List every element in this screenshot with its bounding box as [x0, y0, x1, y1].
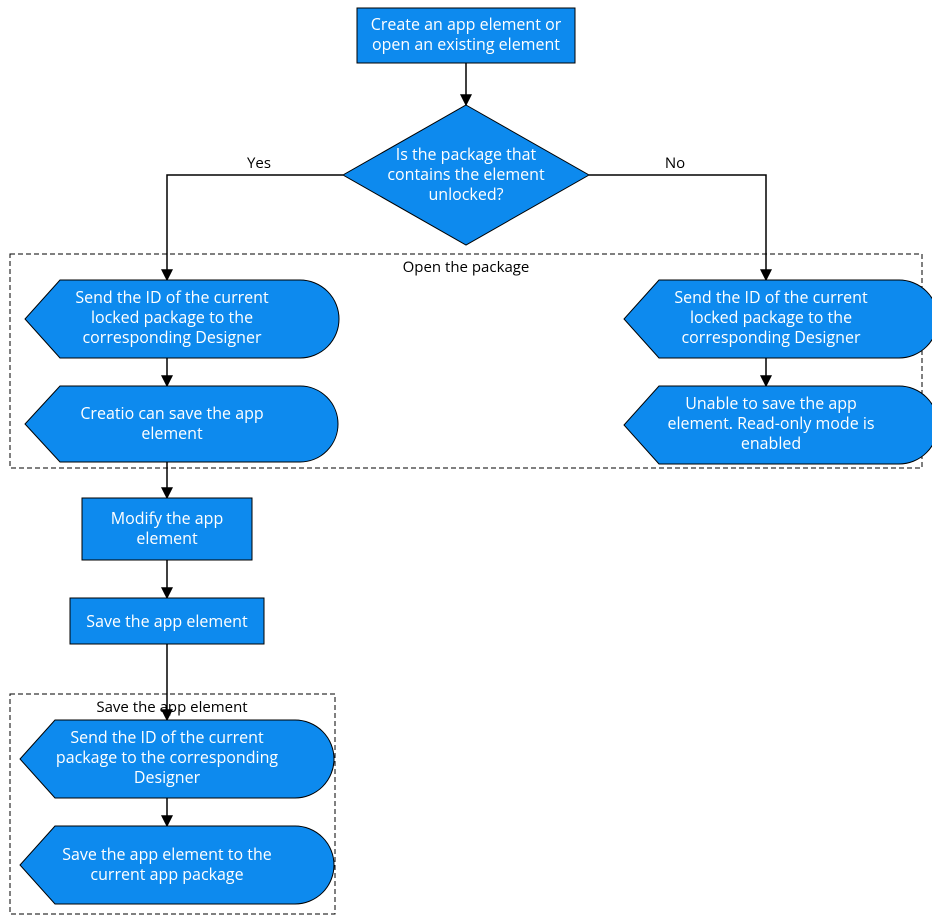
node-save-line1: Save the app element	[86, 610, 248, 632]
node-no-send: Send the ID of the current locked packag…	[624, 280, 932, 358]
node-modify-line1: Modify the app	[111, 507, 224, 529]
node-decision-line2: contains the element	[387, 163, 545, 185]
node-decision: Is the package that contains the element…	[343, 105, 589, 245]
node-yes-send: Send the ID of the current locked packag…	[25, 280, 339, 358]
node-can-save-line1: Creatio can save the app	[80, 402, 263, 424]
node-can-save: Creatio can save the app element	[25, 386, 338, 462]
node-save: Save the app element	[70, 598, 264, 644]
node-send-current: Send the ID of the current package to th…	[20, 720, 334, 798]
group-open-package-title: Open the package	[403, 257, 530, 277]
node-save-to-pkg: Save the app element to the current app …	[20, 826, 334, 904]
node-no-send-line3: corresponding Designer	[682, 326, 861, 348]
group-save-element-title: Save the app element	[96, 697, 247, 717]
node-modify-line2: element	[136, 527, 198, 549]
edge-decision-yes	[167, 175, 343, 280]
node-modify: Modify the app element	[82, 498, 252, 560]
node-yes-send-line3: corresponding Designer	[83, 326, 262, 348]
edge-decision-no	[589, 175, 766, 280]
node-decision-line1: Is the package that	[396, 143, 537, 165]
node-start-line2: open an existing element	[372, 33, 560, 55]
node-send-current-line1: Send the ID of the current	[70, 726, 264, 748]
node-read-only: Unable to save the app element. Read-onl…	[624, 386, 932, 464]
node-save-to-pkg-line1: Save the app element to the	[62, 843, 272, 865]
label-yes: Yes	[247, 153, 271, 173]
node-read-only-line1: Unable to save the app	[685, 392, 857, 414]
node-no-send-line1: Send the ID of the current	[674, 286, 868, 308]
node-no-send-line2: locked package to the	[690, 306, 852, 328]
node-yes-send-line1: Send the ID of the current	[75, 286, 269, 308]
flowchart-svg: Open the package Save the app element Ye…	[0, 0, 932, 921]
label-no: No	[665, 153, 685, 173]
node-send-current-line3: Designer	[134, 766, 201, 788]
node-can-save-line2: element	[141, 422, 203, 444]
node-read-only-line3: enabled	[741, 432, 801, 454]
flowchart-canvas: Open the package Save the app element Ye…	[0, 0, 932, 921]
node-start-line1: Create an app element or	[371, 13, 562, 35]
node-read-only-line2: element. Read-only mode is	[667, 412, 874, 434]
node-send-current-line2: package to the corresponding	[56, 746, 278, 768]
node-decision-line3: unlocked?	[428, 183, 503, 205]
node-save-to-pkg-line2: current app package	[90, 863, 243, 885]
node-yes-send-line2: locked package to the	[91, 306, 253, 328]
node-start: Create an app element or open an existin…	[357, 8, 575, 63]
